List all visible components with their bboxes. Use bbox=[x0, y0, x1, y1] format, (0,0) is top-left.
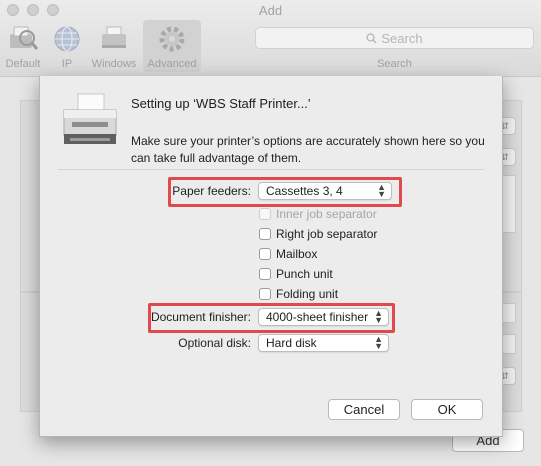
toolbar-windows-button[interactable]: Windows bbox=[90, 20, 138, 72]
document-finisher-value: 4000-sheet finisher bbox=[266, 310, 369, 324]
checkbox[interactable] bbox=[259, 288, 271, 300]
checkbox[interactable] bbox=[259, 268, 271, 280]
toolbar-ip-label: IP bbox=[61, 58, 73, 70]
windows-printer-icon bbox=[102, 26, 126, 48]
optional-disk-label: Optional disk: bbox=[178, 336, 251, 350]
search-input[interactable]: Search bbox=[255, 27, 534, 49]
search-label: Search bbox=[377, 58, 412, 70]
option-label: Folding unit bbox=[276, 287, 339, 301]
cancel-button[interactable]: Cancel bbox=[328, 399, 400, 420]
toolbar-ip-button[interactable]: IP bbox=[44, 20, 90, 72]
option-label: Inner job separator bbox=[276, 207, 377, 221]
option-label: Punch unit bbox=[276, 267, 333, 281]
paper-feeders-popup[interactable]: Cassettes 3, 4 ▲ ▼ bbox=[258, 182, 392, 200]
window-titlebar: Add Default IP Windows Advanced Search S… bbox=[0, 0, 541, 77]
sheet-description: Make sure your printer’s options are acc… bbox=[131, 134, 485, 165]
checkbox[interactable] bbox=[259, 208, 271, 220]
sheet-title: Setting up ‘WBS Staff Printer...’ bbox=[131, 96, 311, 111]
toolbar-windows-label: Windows bbox=[91, 58, 137, 70]
chevron-updown-icon: ▲ ▼ bbox=[374, 334, 383, 351]
search-placeholder-text: Search bbox=[381, 31, 423, 46]
gear-icon bbox=[159, 26, 185, 52]
option-label: Mailbox bbox=[276, 247, 318, 261]
globe-icon bbox=[54, 26, 80, 52]
chevron-updown-icon: ▲ ▼ bbox=[374, 308, 383, 325]
paper-feeders-value: Cassettes 3, 4 bbox=[266, 184, 343, 198]
window-title: Add bbox=[258, 3, 283, 18]
optional-disk-popup[interactable]: Hard disk ▲ ▼ bbox=[258, 334, 389, 352]
search-icon bbox=[366, 33, 377, 44]
default-printer-icon bbox=[10, 26, 39, 50]
document-finisher-label: Document finisher: bbox=[150, 310, 251, 324]
toolbar-advanced-label: Advanced bbox=[147, 58, 197, 70]
search-placeholder: Search bbox=[256, 31, 533, 46]
ok-button[interactable]: OK bbox=[411, 399, 483, 420]
option-label: Right job separator bbox=[276, 227, 378, 241]
chevron-updown-icon: ▲ ▼ bbox=[377, 182, 386, 199]
checkbox[interactable] bbox=[259, 248, 271, 260]
document-finisher-popup[interactable]: 4000-sheet finisher ▲ ▼ bbox=[258, 308, 389, 326]
toolbar-default-button[interactable]: Default bbox=[0, 20, 46, 72]
paper-feeders-label: Paper feeders: bbox=[172, 184, 251, 198]
divider bbox=[58, 169, 484, 170]
printer-icon bbox=[63, 93, 117, 144]
checkbox[interactable] bbox=[259, 228, 271, 240]
printer-setup-sheet: Setting up ‘WBS Staff Printer...’ Make s… bbox=[39, 76, 503, 437]
toolbar-default-label: Default bbox=[5, 58, 41, 70]
toolbar-advanced-button[interactable]: Advanced bbox=[143, 20, 201, 72]
optional-disk-value: Hard disk bbox=[266, 336, 317, 350]
